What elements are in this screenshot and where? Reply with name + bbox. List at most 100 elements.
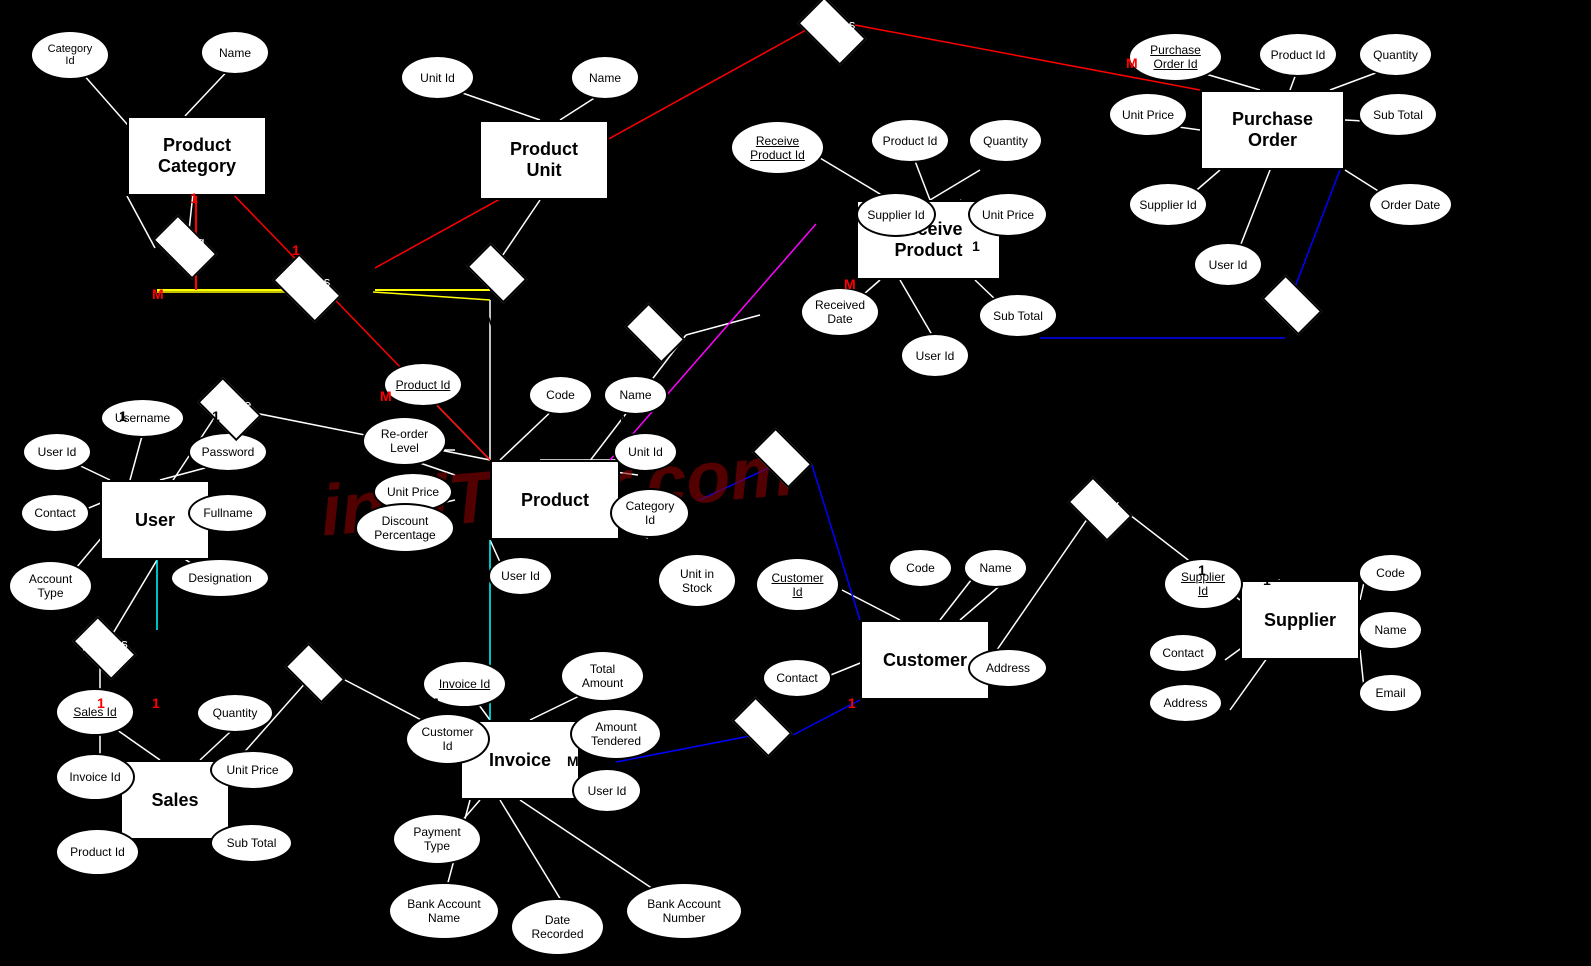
attr-account-type-u: AccountType — [8, 560, 93, 612]
attr-code-c: Code — [888, 548, 953, 588]
attr-fullname-u: Fullname — [188, 493, 268, 533]
card-m-has-cust-inv: M — [753, 750, 765, 766]
rel-belong-label: belong — [145, 234, 225, 249]
card-m-has-inv: M — [305, 695, 317, 711]
entity-product-category: Product Category — [127, 116, 267, 196]
card-m-po-bot: M — [1228, 355, 1240, 371]
attr-address-c: Address — [968, 648, 1048, 688]
card-m-prod-id: M — [380, 388, 392, 404]
attr-user-id-po: User Id — [1193, 242, 1263, 287]
card-m-has-pu-bot: M — [486, 314, 498, 330]
card-1-process-user-inv: 1 — [97, 695, 105, 711]
attr-qty-po: Quantity — [1358, 32, 1433, 77]
attr-prod-id-rp: Product Id — [870, 118, 950, 163]
card-1-sales: 1 — [152, 695, 160, 711]
attr-cat-id-p: CategoryId — [610, 488, 690, 538]
card-1-encode-left: 1 — [212, 408, 220, 424]
card-1-supplier-id: 1 — [1198, 562, 1206, 578]
attr-contact-s: Contact — [1148, 633, 1218, 673]
attr-bank-acc-num-i: Bank AccountNumber — [625, 882, 743, 940]
attr-discount-pct: DiscountPercentage — [355, 503, 455, 553]
attr-contact-u: Contact — [20, 493, 90, 533]
entity-supplier: Supplier — [1240, 580, 1360, 660]
attr-designation-u: Designation — [170, 558, 270, 598]
rel-encode-label: encode — [190, 397, 270, 412]
attr-email-s: Email — [1358, 673, 1423, 713]
attr-supplier-id-rp: Supplier Id — [856, 192, 936, 237]
card-m-invoice: M — [427, 695, 439, 711]
attr-prod-id-p: Product Id — [383, 362, 463, 407]
card-1-po-rp: 1 — [972, 238, 980, 254]
attr-sub-total-sa: Sub Total — [210, 823, 293, 863]
attr-username-u: Username — [100, 398, 185, 438]
attr-category-id: CategoryId — [30, 30, 110, 80]
attr-password-u: Password — [188, 432, 268, 472]
attr-user-id-rp: User Id — [900, 333, 970, 378]
attr-recv-prod-id: ReceiveProduct Id — [730, 120, 825, 175]
card-1-supplier-supply: 1 — [1263, 572, 1271, 588]
attr-total-amount-i: TotalAmount — [560, 650, 645, 702]
attr-date-recorded-i: DateRecorded — [510, 898, 605, 956]
card-1-po-right: 1 — [1278, 238, 1286, 254]
attr-qty-sa: Quantity — [196, 693, 274, 733]
card-m-rp-top: M — [844, 276, 856, 292]
attr-amount-tendered-i: AmountTendered — [570, 708, 662, 760]
card-m-po-top: M — [1126, 55, 1138, 71]
attr-name-s: Name — [1358, 610, 1423, 650]
attr-order-date-po: Order Date — [1368, 182, 1453, 227]
card-1-belong-top: 1 — [190, 190, 198, 206]
card-1-has-pu-top: 1 — [486, 218, 494, 234]
rel-process-mid-label: process — [265, 274, 350, 289]
attr-address-s: Address — [1148, 683, 1223, 723]
entity-product: Product — [490, 460, 620, 540]
card-1-cust-inv: 1 — [848, 695, 856, 711]
attr-code-s: Code — [1358, 553, 1423, 593]
attr-payment-type-i: PaymentType — [392, 813, 482, 865]
attr-name-p: Name — [603, 375, 668, 415]
attr-bank-acc-name-i: Bank AccountName — [388, 882, 500, 940]
attr-cat-name: Name — [200, 30, 270, 75]
attr-qty-rp: Quantity — [968, 118, 1043, 163]
attr-cust-id-i: CustomerId — [405, 713, 490, 765]
attr-supplier-id-po: Supplier Id — [1128, 182, 1208, 227]
card-1-process-mid: 1 — [292, 242, 300, 258]
attr-user-id-i: User Id — [572, 768, 642, 813]
attr-sales-id-sa: Sales Id — [55, 688, 135, 736]
attr-invoice-id-sa: Invoice Id — [55, 753, 135, 801]
attr-po-id: PurchaseOrder Id — [1128, 32, 1223, 82]
attr-contact-c: Contact — [762, 658, 832, 698]
attr-name-pu: Name — [570, 55, 640, 100]
attr-unit-id-pu: Unit Id — [400, 55, 475, 100]
attr-unit-price-rp: Unit Price — [968, 192, 1048, 237]
attr-reorder-level: Re-orderLevel — [362, 416, 447, 466]
attr-prod-id-sa: Product Id — [55, 828, 140, 876]
rel-has-pu-label: has — [460, 262, 535, 277]
rel-process-user-inv-label: process — [65, 636, 145, 651]
rel-process-top-label: process — [790, 17, 875, 32]
attr-unit-in-stock: Unit inStock — [657, 553, 737, 608]
attr-unit-price-sa: Unit Price — [210, 750, 295, 790]
attr-sub-total-rp: Sub Total — [978, 293, 1058, 338]
attr-sub-total-po: Sub Total — [1358, 92, 1438, 137]
card-m-has-cust: M — [716, 438, 728, 454]
attr-unit-id-p: Unit Id — [613, 432, 678, 472]
rel-has-po-label: has — [1255, 294, 1330, 309]
card-1-encode-right: 1 — [119, 408, 127, 424]
attr-code-p: Code — [528, 375, 593, 415]
attr-unit-price-po: Unit Price — [1108, 92, 1188, 137]
attr-user-id-u: User Id — [22, 432, 92, 472]
rel-has-rp-label: has — [618, 322, 693, 337]
rel-has-inv-label: has — [278, 662, 353, 677]
card-m-has-rp-right: M — [698, 300, 710, 316]
rel-supply-label: supply — [1060, 497, 1140, 512]
card-1-has-rp-left: 1 — [626, 300, 634, 316]
attr-prod-id-po: Product Id — [1258, 32, 1338, 77]
attr-name-c: Name — [963, 548, 1028, 588]
card-m-cat-id: M — [620, 412, 632, 428]
er-diagram: Product Category ProductUnit ReceiveProd… — [0, 0, 1591, 966]
card-m-user-inv: M — [567, 753, 579, 769]
rel-has-cust-inv-label: has — [725, 716, 800, 731]
attr-user-id-p: User Id — [488, 556, 553, 596]
rel-has-p-cust-label: has — [745, 447, 820, 462]
entity-purchase-order: PurchaseOrder — [1200, 90, 1345, 170]
